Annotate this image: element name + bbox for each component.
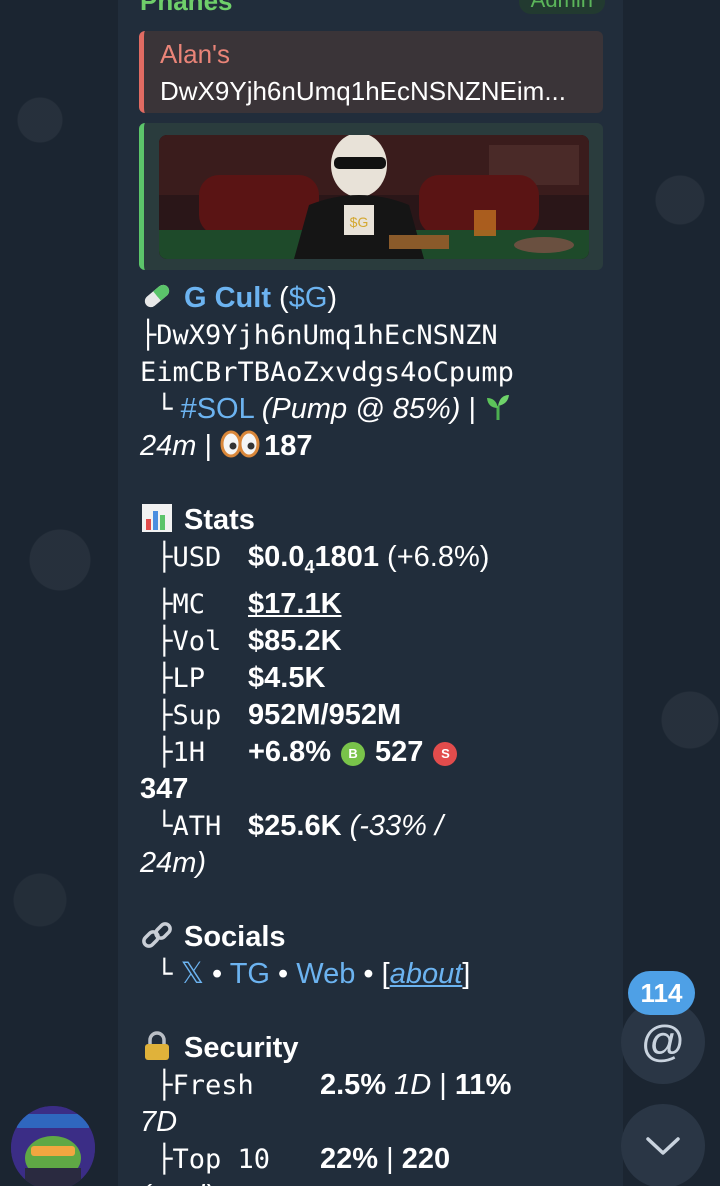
contract-address-part-1[interactable]: DwX9Yjh6nUmq1hEcNSNZN: [156, 320, 497, 351]
ath-value: $25.6K: [248, 809, 342, 842]
chevron-down-icon: [646, 1137, 680, 1155]
svg-text:$G: $G: [350, 214, 369, 230]
sells-count: 347: [140, 772, 189, 805]
buys-count: 527: [375, 735, 424, 768]
stat-vol: ├Vol $85.2K: [140, 624, 342, 657]
security-title: Security: [184, 1031, 299, 1064]
scroll-down-button[interactable]: [621, 1104, 705, 1186]
tg-link[interactable]: TG: [230, 958, 270, 990]
preview-image[interactable]: $G: [159, 135, 589, 259]
mention-icon: @: [640, 1017, 686, 1066]
link-icon: [142, 921, 172, 948]
mc-value[interactable]: $17.1K: [248, 588, 342, 620]
stats-title: Stats: [184, 504, 255, 536]
mc-label: MC: [172, 588, 206, 620]
chain-hashtag[interactable]: #SOL: [181, 393, 254, 425]
contract-address-line-1[interactable]: ├DwX9Yjh6nUmq1hEcNSNZN: [140, 317, 610, 354]
admin-badge: Admin: [518, 0, 605, 14]
message-header: Phanes Admin: [140, 0, 605, 16]
stat-usd: ├USD $0.041801 (+6.8%): [140, 541, 490, 577]
sup-value: 952M/952M: [248, 698, 402, 731]
fresh-pct: 2.5%: [320, 1068, 387, 1101]
fresh-label: Fresh: [172, 1069, 254, 1101]
casino-man-illustration: $G: [159, 135, 589, 259]
token-info-message: G Cult ($G) ├DwX9Yjh6nUmq1hEcNSNZN EimCB…: [140, 280, 610, 1186]
socials-heading: Socials: [140, 919, 610, 956]
usd-label: USD: [172, 542, 222, 573]
stat-sup: ├Sup 952M/952M: [140, 698, 402, 731]
seedling-icon: [487, 395, 510, 420]
contract-address-line-2[interactable]: EimCBrTBAoZxvdgs4oCpump: [140, 354, 610, 391]
ath-detail-continued: 24m): [140, 846, 207, 879]
fresh-1d: 1D: [394, 1068, 432, 1101]
token-title-line: G Cult ($G): [140, 280, 610, 317]
h1-label: 1H: [172, 736, 206, 768]
sender-name[interactable]: Phanes: [140, 0, 233, 17]
reply-preview[interactable]: Alan's DwX9Yjh6nUmq1hEcNSNZNEim...: [139, 31, 603, 113]
usd-price: $0.041801: [248, 541, 379, 577]
fresh-7d: 7D: [140, 1105, 178, 1138]
lp-label: LP: [172, 662, 206, 694]
web-link[interactable]: Web: [296, 958, 355, 990]
stat-mc: ├MC $17.1K: [140, 587, 342, 620]
top10-total-label: (total): [140, 1178, 610, 1186]
chain-line: └ #SOL (Pump @ 85%) |: [140, 391, 610, 428]
about-link[interactable]: about: [390, 958, 463, 990]
token-ticker-link[interactable]: $G: [289, 282, 328, 314]
top10-pct: 22%: [320, 1142, 379, 1175]
stat-lp: ├LP $4.5K: [140, 661, 326, 694]
ath-detail: (-33% /: [349, 809, 444, 842]
avatar[interactable]: [11, 1106, 95, 1186]
pepe-avatar-icon: [11, 1106, 95, 1186]
vol-label: Vol: [172, 625, 222, 657]
token-age: 24m: [140, 430, 197, 462]
top10-label: Top 10: [172, 1143, 271, 1175]
x-link[interactable]: 𝕏: [181, 958, 204, 990]
h1-change: +6.8%: [248, 735, 332, 768]
socials-title: Socials: [184, 920, 286, 953]
link-preview[interactable]: $G: [139, 123, 603, 270]
eyes-icon: [220, 430, 260, 458]
top10-total: 220: [401, 1142, 451, 1175]
security-fresh: ├Fresh 2.5% 1D | 11%: [140, 1068, 512, 1101]
age-views-line: 24m | 187: [140, 430, 313, 462]
lock-icon: [145, 1031, 169, 1060]
views-count: 187: [264, 430, 313, 462]
pill-icon: [144, 284, 170, 308]
sup-label: Sup: [172, 699, 222, 731]
reply-sender: Alan's: [160, 39, 231, 69]
usd-change: (+6.8%): [387, 541, 490, 573]
sell-badge-icon: S: [433, 741, 458, 766]
buy-badge-icon: B: [341, 741, 366, 766]
socials-links: └ 𝕏 • TG • Web • [about]: [140, 957, 471, 990]
reply-text: DwX9Yjh6nUmq1hEcNSNZNEim...: [160, 76, 567, 106]
pump-info: (Pump @ 85%): [261, 393, 461, 425]
stat-ath: └ATH $25.6K (-33% /: [140, 809, 444, 842]
fresh-7d-pct: 11%: [454, 1068, 512, 1101]
ath-label: ATH: [172, 810, 222, 842]
chart-icon: [142, 504, 172, 532]
vol-value: $85.2K: [248, 624, 342, 657]
mention-count-badge: 114: [628, 971, 695, 1015]
security-top10: ├Top 10 22% | 220: [140, 1142, 451, 1175]
stat-1h: ├1H +6.8% B 527 S: [140, 734, 610, 771]
token-name-link[interactable]: G Cult: [184, 282, 271, 314]
security-heading: Security: [140, 1030, 610, 1067]
stats-heading: Stats: [140, 502, 610, 539]
lp-value: $4.5K: [248, 661, 326, 694]
